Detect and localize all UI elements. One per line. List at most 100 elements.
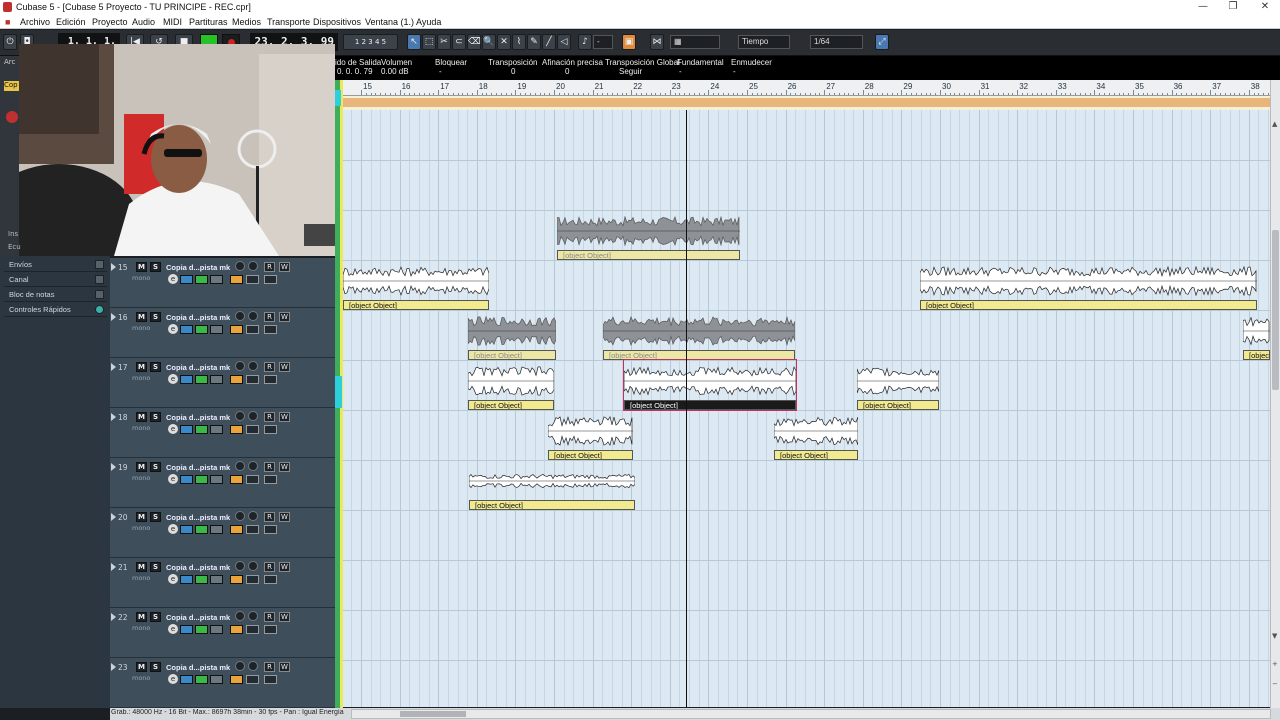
mute-button[interactable]: M [136,562,147,572]
mute-tool-icon[interactable]: ✕ [497,34,511,50]
info-value-mute[interactable]: - [733,67,736,76]
timebase-icon[interactable] [264,525,277,534]
record-enable-button[interactable] [235,361,245,371]
timebase-icon[interactable] [264,425,277,434]
info-value-root[interactable]: - [679,67,682,76]
inserts-icon[interactable] [180,675,193,684]
audio-event[interactable]: [object Object] [343,260,489,310]
track-name[interactable]: Copia d...pista mk [166,513,230,522]
write-automation-button[interactable]: W [279,512,290,522]
info-value-transpose[interactable]: 0 [511,67,515,76]
mute-button[interactable]: M [136,462,147,472]
sends-icon[interactable] [210,275,223,284]
menu-ayuda[interactable]: Ayuda [416,17,441,27]
menu-transporte[interactable]: Transporte [267,17,310,27]
timebase-icon[interactable] [264,625,277,634]
timebase-icon[interactable] [264,575,277,584]
edit-channel-button[interactable]: e [168,374,178,384]
read-automation-button[interactable]: R [264,512,275,522]
expand-track-icon[interactable] [111,563,116,571]
edit-channel-button[interactable]: e [168,274,178,284]
color-tool-icon[interactable]: ♪ [578,34,592,50]
edit-channel-button[interactable]: e [168,524,178,534]
snap-to-zero-icon[interactable]: ⤢ [875,34,889,50]
edit-channel-button[interactable]: e [168,474,178,484]
track-header[interactable]: 15 M S Copia d...pista mk R Wmono e [110,258,335,308]
monitor-button[interactable] [248,311,258,321]
expand-track-icon[interactable] [111,263,116,271]
record-enable-button[interactable] [235,611,245,621]
timebase-icon[interactable] [264,675,277,684]
write-automation-button[interactable]: W [279,562,290,572]
lock-icon[interactable] [230,675,243,684]
monitor-button[interactable] [248,611,258,621]
expand-track-icon[interactable] [111,463,116,471]
expand-track-icon[interactable] [111,513,116,521]
sends-icon[interactable] [210,425,223,434]
sends-icon[interactable] [210,625,223,634]
horizontal-scrollbar[interactable] [351,709,1271,719]
lock-icon[interactable] [230,575,243,584]
eq-icon[interactable] [195,325,208,334]
solo-button[interactable]: S [150,362,161,372]
mute-button[interactable]: M [136,512,147,522]
inspector-quick-controls[interactable]: Controles Rápidos [4,303,107,317]
track-name[interactable]: Copia d...pista mk [166,313,230,322]
range-selection-tool-icon[interactable]: ⬚ [422,34,436,50]
mute-button[interactable]: M [136,362,147,372]
edit-channel-button[interactable]: e [168,324,178,334]
eq-icon[interactable] [195,625,208,634]
record-enable-button[interactable] [235,511,245,521]
mute-button[interactable]: M [136,312,147,322]
monitor-button[interactable] [248,411,258,421]
track-name[interactable]: Copia d...pista mk [166,363,230,372]
zoom-tool-icon[interactable]: 🔍 [482,34,496,50]
sends-icon[interactable] [210,675,223,684]
eq-icon[interactable] [195,425,208,434]
monitor-button[interactable] [248,461,258,471]
inserts-icon[interactable] [180,275,193,284]
arrange-window[interactable]: [object Object] [object Object] [object Ob… [343,110,1270,707]
info-value-finetune[interactable]: 0 [565,67,569,76]
lock-icon[interactable] [230,325,243,334]
read-automation-button[interactable]: R [264,612,275,622]
menu-archivo[interactable]: Archivo [20,17,50,27]
eq-icon[interactable] [195,675,208,684]
quantize-select[interactable]: 1/64 [810,35,863,49]
menu-audio[interactable]: Audio [132,17,155,27]
write-automation-button[interactable]: W [279,612,290,622]
inspector-eq-tab[interactable]: Ecu [4,243,21,251]
edit-channel-button[interactable]: e [168,424,178,434]
timebase-icon[interactable] [264,325,277,334]
lock-icon[interactable] [230,425,243,434]
monitor-button[interactable] [248,661,258,671]
timebase-icon[interactable] [264,375,277,384]
write-automation-button[interactable]: W [279,462,290,472]
record-enable-button[interactable] [235,661,245,671]
close-button[interactable]: ✕ [1250,1,1280,12]
info-value-lock[interactable]: - [439,67,442,76]
inspector-sends[interactable]: Envíos [4,258,107,272]
mute-button[interactable]: M [136,612,147,622]
track-header[interactable]: 20 M S Copia d...pista mk R Wmono e [110,508,335,558]
audio-event[interactable]: [object Object] [468,310,556,360]
snap-on-off-icon[interactable]: ▣ [622,34,636,50]
glue-tool-icon[interactable]: ⊂ [452,34,466,50]
menu-partituras[interactable]: Partituras [189,17,228,27]
app-menu-icon[interactable]: ■ [5,17,10,27]
solo-button[interactable]: S [150,612,161,622]
solo-button[interactable]: S [150,662,161,672]
lock-icon[interactable] [230,525,243,534]
audio-event[interactable]: [object Object] [557,210,740,260]
menu-proyecto[interactable]: Proyecto [92,17,128,27]
inserts-icon[interactable] [180,475,193,484]
info-value-global-transpose[interactable]: Seguir [619,67,642,76]
vertical-scroll-thumb[interactable] [1272,230,1279,390]
inserts-icon[interactable] [180,525,193,534]
read-automation-button[interactable]: R [264,562,275,572]
lanes-icon[interactable] [246,675,259,684]
edit-channel-button[interactable]: e [168,574,178,584]
lanes-icon[interactable] [246,275,259,284]
monitor-button[interactable] [248,361,258,371]
timebase-icon[interactable] [264,275,277,284]
